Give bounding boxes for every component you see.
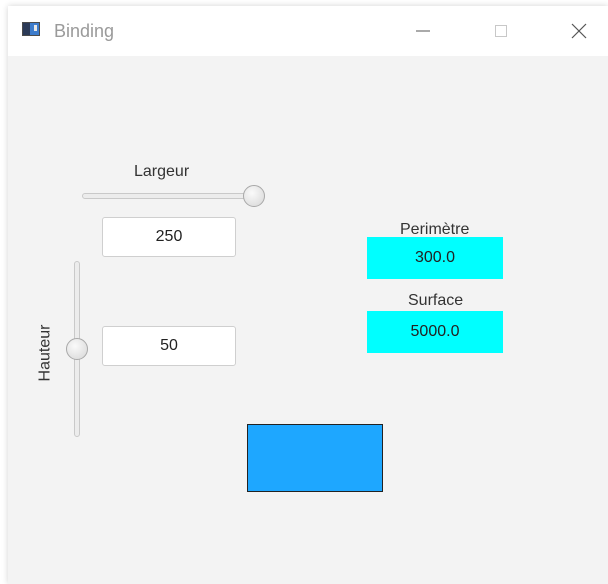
- height-input[interactable]: 50: [102, 326, 236, 366]
- width-input[interactable]: 250: [102, 217, 236, 257]
- height-slider-thumb[interactable]: [66, 338, 88, 360]
- rectangle-preview: [247, 424, 383, 492]
- minimize-button[interactable]: [400, 16, 446, 46]
- width-slider-thumb[interactable]: [243, 185, 266, 207]
- title-bar[interactable]: Binding: [8, 6, 608, 56]
- width-slider-track[interactable]: [82, 193, 258, 199]
- minimize-icon: [416, 30, 430, 32]
- window-title: Binding: [54, 21, 115, 41]
- close-icon: [571, 23, 587, 39]
- perimeter-value: 300.0: [367, 237, 503, 279]
- width-label: Largeur: [134, 163, 190, 180]
- app-icon: [22, 22, 40, 36]
- surface-label: Surface: [408, 292, 464, 309]
- close-button[interactable]: [556, 16, 602, 46]
- surface-value: 5000.0: [367, 311, 503, 353]
- height-label: Hauteur: [36, 324, 54, 382]
- maximize-icon: [495, 25, 507, 37]
- app-window: Binding Largeur 250 Hauteur 50 Perimètre…: [8, 6, 608, 584]
- maximize-button[interactable]: [478, 16, 524, 46]
